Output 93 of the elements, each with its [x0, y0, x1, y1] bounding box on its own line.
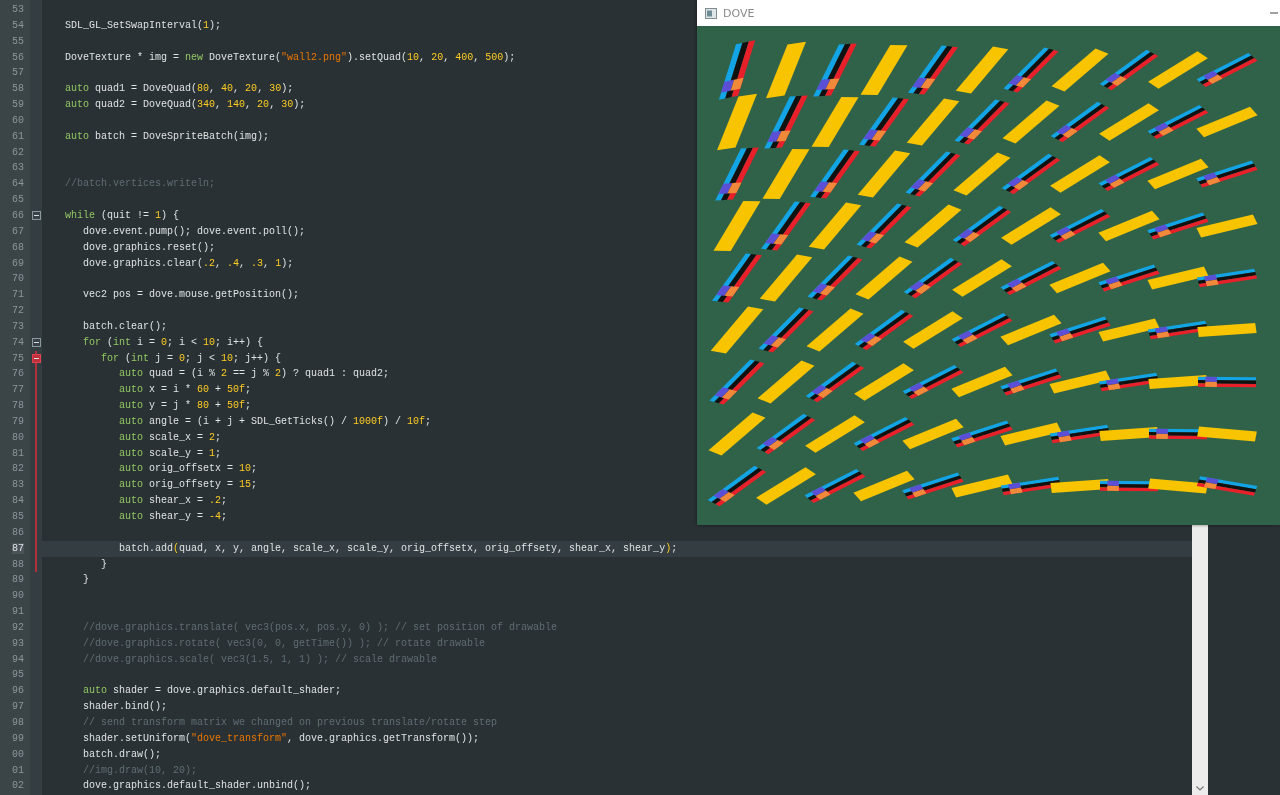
line-number: 00 — [12, 748, 24, 760]
code-line: //dove.graphics.scale( vec3(1.5, 1, 1) ); // scale drawable — [82, 652, 439, 667]
line-number: 93 — [12, 637, 24, 649]
line-number: 59 — [12, 99, 24, 111]
line-number: 54 — [12, 19, 24, 31]
code-line: auto x = i * 60 + 50f; — [118, 383, 253, 398]
line-number: 71 — [12, 289, 24, 301]
line-number: 78 — [12, 400, 24, 412]
line-number: 87 — [12, 542, 24, 554]
line-number: 70 — [12, 273, 24, 285]
code-line: auto scale_y = 1; — [118, 446, 223, 461]
line-number: 99 — [12, 732, 24, 744]
line-number: 64 — [12, 178, 24, 190]
fold-icon[interactable] — [31, 211, 41, 221]
line-number: 01 — [12, 764, 24, 776]
code-line: batch.draw(); — [82, 747, 162, 762]
line-number: 60 — [12, 114, 24, 126]
line-number: 95 — [12, 669, 24, 681]
scroll-down-icon[interactable] — [1196, 786, 1204, 791]
line-number: 58 — [12, 83, 24, 95]
line-number: 66 — [12, 209, 24, 221]
line-number: 79 — [12, 415, 24, 427]
code-line: while (quit != 1) { — [64, 208, 181, 223]
line-number: 77 — [12, 384, 24, 396]
line-number: 76 — [12, 368, 24, 380]
line-number: 91 — [12, 606, 24, 618]
window-app-icon — [705, 7, 717, 19]
code-line: auto shear_y = -4; — [118, 510, 229, 524]
fold-icon[interactable] — [31, 354, 41, 363]
code-line: } — [82, 573, 90, 588]
code-line: vec2 pos = dove.mouse.getPosition(); — [82, 288, 301, 303]
code-line: auto scale_x = 2; — [118, 430, 223, 445]
line-number: 56 — [12, 51, 24, 63]
line-number: 65 — [12, 194, 24, 206]
code-line: for (int j = 0; j < 10; j++) { — [100, 351, 283, 366]
code-line: //img.draw(10, 20); — [82, 763, 199, 778]
code-line: shader.bind(); — [82, 700, 169, 715]
code-line: //dove.graphics.rotate( vec3(0, 0, getTime()) ); // rotate drawable — [82, 636, 487, 651]
code-line: batch.clear(); — [82, 319, 169, 334]
fold-icon[interactable] — [31, 338, 41, 348]
code-line: dove.event.pump(); dove.event.poll(); — [82, 224, 307, 239]
line-number: 97 — [12, 701, 24, 713]
code-line: auto shear_x = .2; — [118, 494, 229, 509]
window-title: DOVE — [723, 6, 755, 20]
line-number: 73 — [12, 320, 24, 332]
line-number: 89 — [12, 574, 24, 586]
code-line: auto orig_offsety = 15; — [118, 478, 259, 493]
code-line: auto orig_offsetx = 10; — [118, 462, 259, 477]
line-number: 53 — [12, 4, 24, 15]
code-line: } — [100, 557, 108, 572]
code-line: auto quad1 = DoveQuad(80, 40, 20, 30); — [64, 82, 295, 97]
code-line: auto batch = DoveSpriteBatch(img); — [64, 129, 271, 144]
line-number: 85 — [12, 511, 24, 522]
line-number: 75 — [12, 352, 24, 364]
code-line: dove.graphics.default_shader.unbind(); — [82, 779, 313, 794]
line-number: 67 — [12, 225, 24, 237]
code-line: auto shader = dove.graphics.default_shader; — [82, 684, 343, 699]
line-number: 84 — [12, 495, 24, 507]
line-number: 82 — [12, 463, 24, 475]
code-line: for (int i = 0; i < 10; i++) { — [82, 335, 265, 350]
code-line: auto angle = (i + j + SDL_GetTicks() / 1000f) / 10f; — [118, 414, 433, 429]
line-number: 72 — [12, 305, 24, 317]
scrollbar[interactable] — [1192, 525, 1208, 795]
line-number: 90 — [12, 590, 24, 602]
line-number: 92 — [12, 621, 24, 633]
line-number: 63 — [12, 162, 24, 174]
code-line: auto quad2 = DoveQuad(340, 140, 20, 30); — [64, 98, 307, 113]
line-number: 57 — [12, 67, 24, 79]
code-line: dove.graphics.reset(); — [82, 240, 217, 255]
line-number: 80 — [12, 431, 24, 443]
line-number: 94 — [12, 653, 24, 665]
code-line: DoveTexture * img = new DoveTexture("wall2.png").setQuad(10, 20, 400, 500); — [64, 50, 517, 65]
line-number: 61 — [12, 130, 24, 142]
code-line: dove.graphics.clear(.2, .4, .3, 1); — [82, 256, 295, 271]
line-number: 68 — [12, 241, 24, 253]
line-number: 86 — [12, 526, 24, 538]
line-number: 55 — [12, 35, 24, 47]
line-number: 96 — [12, 685, 24, 697]
code-line: // send transform matrix we changed on previous translate/rotate step — [82, 715, 499, 730]
line-number: 69 — [12, 257, 24, 269]
code-line: auto quad = (i % 2 == j % 2) ? quad1 : quad2; — [118, 367, 391, 382]
line-number: 02 — [12, 780, 24, 792]
line-number: 74 — [12, 336, 24, 348]
line-number: 98 — [12, 716, 24, 728]
line-number: 81 — [12, 447, 24, 459]
code-line: SDL_GL_SetSwapInterval(1); — [64, 18, 223, 33]
line-number: 83 — [12, 479, 24, 491]
line-number: 62 — [12, 146, 24, 158]
code-line: auto y = j * 80 + 50f; — [118, 399, 253, 414]
line-number: 88 — [12, 558, 24, 570]
code-line: shader.setUniform("dove_transform", dove.graphics.getTransform()); — [82, 731, 481, 746]
code-line: //dove.graphics.translate( vec3(pos.x, pos.y, 0) ); // set position of drawable — [82, 620, 559, 635]
code-line: //batch.vertices.writeln; — [64, 177, 217, 192]
